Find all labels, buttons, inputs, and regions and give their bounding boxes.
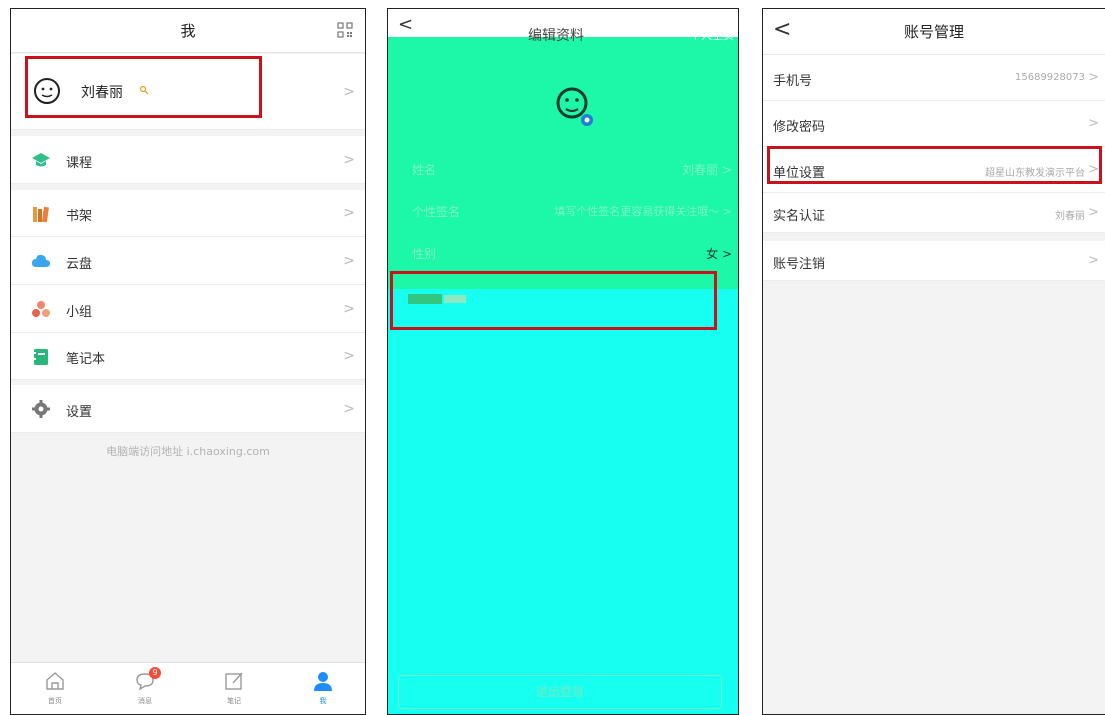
row-account-cancel[interactable]: 账号注销 > xyxy=(763,241,1105,281)
bottom-tabbar: 首页 9 消息 笔记 我 xyxy=(11,662,365,714)
tab-home[interactable]: 首页 xyxy=(25,663,85,714)
chevron-right-icon: > xyxy=(343,253,355,269)
notebook-icon xyxy=(34,349,48,365)
edit-profile-screen: < 编辑资料 个人主页 姓名 刘春丽 > 个性签名 填写个性签名更容易获得关注哦… xyxy=(387,8,739,715)
tab-label: 我 xyxy=(319,697,327,705)
graduation-cap-icon xyxy=(32,153,50,167)
row-label: 账号注销 xyxy=(773,257,826,272)
page-title: 账号管理 xyxy=(903,23,964,41)
name-value[interactable]: 刘春丽 > xyxy=(682,161,732,178)
menu-item-settings[interactable]: 设置 > xyxy=(11,385,365,433)
chevron-right-icon: > xyxy=(343,401,355,417)
row-label: 性别 xyxy=(412,247,437,261)
tab-messages[interactable]: 9 消息 xyxy=(115,663,175,714)
me-screen: 我 刘春丽 > 课程 > 书架 > 云盘 > 小组 > 笔记本 > 设置 > 电… xyxy=(10,8,366,715)
row-change-password[interactable]: 修改密码 > xyxy=(763,101,1105,147)
group-icon xyxy=(32,301,50,317)
menu-item-notebook[interactable]: 笔记本 > xyxy=(11,333,365,380)
cloud-icon xyxy=(32,254,50,267)
menu-item-label: 小组 xyxy=(66,305,93,320)
page-title: 编辑资料 xyxy=(528,28,584,44)
bookshelf-icon xyxy=(33,206,49,223)
tab-label: 笔记 xyxy=(227,697,241,705)
chevron-right-icon: > xyxy=(1088,253,1099,268)
highlight-box xyxy=(25,56,262,118)
highlight-box xyxy=(767,146,1102,184)
chevron-right-icon: > xyxy=(343,84,355,100)
menu-item-group[interactable]: 小组 > xyxy=(11,285,365,333)
chevron-right-icon: > xyxy=(1088,205,1099,220)
me-navbar: 我 xyxy=(11,9,365,53)
tab-label: 消息 xyxy=(138,697,152,705)
account-navbar: < 账号管理 xyxy=(763,9,1105,55)
row-label: 姓名 xyxy=(412,163,437,177)
menu-item-label: 笔记本 xyxy=(66,352,106,367)
row-label: 修改密码 xyxy=(773,120,826,135)
chevron-right-icon: > xyxy=(1088,116,1099,131)
menu-item-label: 书架 xyxy=(66,209,93,224)
menu-item-label: 云盘 xyxy=(66,257,93,272)
chevron-right-icon: > xyxy=(1088,70,1099,85)
menu-item-bookshelf[interactable]: 书架 > xyxy=(11,190,365,237)
phone-value: 15689928073 xyxy=(1015,72,1085,83)
real-name-value: 刘春丽 xyxy=(1055,211,1085,222)
menu-item-label: 设置 xyxy=(66,405,93,420)
user-icon xyxy=(314,672,332,691)
back-button[interactable]: < xyxy=(398,13,413,37)
chevron-right-icon: > xyxy=(343,301,355,317)
home-icon xyxy=(46,672,64,690)
chevron-right-icon: > xyxy=(343,152,355,168)
personal-homepage-link[interactable]: 个人主页 xyxy=(690,27,734,43)
chevron-right-icon: > xyxy=(343,205,355,221)
menu-item-cloud-drive[interactable]: 云盘 > xyxy=(11,237,365,285)
row-label: 手机号 xyxy=(773,74,813,89)
gender-value[interactable]: 女 > xyxy=(706,245,732,262)
tab-notes[interactable]: 笔记 xyxy=(204,663,264,714)
highlight-box xyxy=(390,271,717,330)
row-label: 实名认证 xyxy=(773,209,826,224)
signature-value[interactable]: 填写个性签名更容易获得关注哦～ > xyxy=(554,203,732,219)
logout-button[interactable]: 退出登录 xyxy=(398,675,722,709)
edit-note-icon xyxy=(225,672,243,690)
gear-icon xyxy=(32,400,50,418)
row-label: 个性签名 xyxy=(412,205,461,219)
unread-badge: 9 xyxy=(149,667,161,679)
chevron-right-icon: > xyxy=(343,348,355,364)
avatar[interactable] xyxy=(555,83,595,129)
web-address-hint: 电脑端访问地址 i.chaoxing.com xyxy=(106,445,270,458)
menu-item-label: 课程 xyxy=(66,156,93,171)
qr-code-icon[interactable] xyxy=(337,22,353,38)
tab-label: 首页 xyxy=(48,697,62,705)
row-phone[interactable]: 手机号 15689928073 > xyxy=(763,55,1105,101)
row-real-name[interactable]: 实名认证 刘春丽 > xyxy=(763,193,1105,233)
menu-item-courses[interactable]: 课程 > xyxy=(11,136,365,184)
page-title: 我 xyxy=(180,22,196,40)
account-management-screen: < 账号管理 手机号 15689928073 > 修改密码 > 单位设置 超星山… xyxy=(762,8,1105,715)
tab-me[interactable]: 我 xyxy=(293,663,353,714)
